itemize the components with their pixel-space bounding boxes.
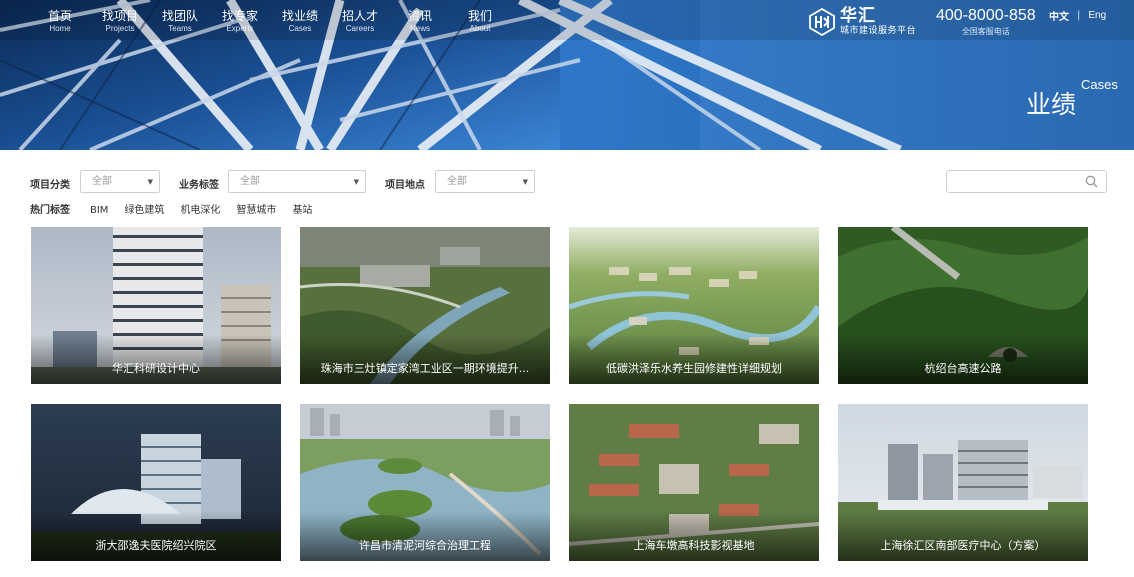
nav-item-about[interactable]: 我们 About — [450, 8, 510, 34]
nav-label: 找团队 — [161, 9, 198, 23]
filter-label-business-tag: 业务标签 — [179, 180, 219, 191]
search-box — [946, 170, 1107, 194]
hotline: 400-8000-858 全国客服电话 — [936, 6, 1036, 37]
nav-sublabel: Projects — [105, 24, 135, 33]
case-title: 上海徐汇区南部医疗中心（方案） — [880, 539, 1046, 552]
case-card[interactable]: 许昌市清泥河综合治理工程 — [300, 404, 550, 561]
nav-item-projects[interactable]: 找项目 Projects — [90, 8, 150, 34]
brand-subtitle: 城市建设服务平台 — [840, 26, 917, 36]
brand-name: 华汇 — [840, 6, 876, 26]
case-card[interactable]: 上海徐汇区南部医疗中心（方案） — [838, 404, 1088, 561]
case-title: 华汇科研设计中心 — [112, 362, 200, 375]
lang-zh-link[interactable]: 中文 — [1049, 8, 1069, 23]
nav-label: 招人才 — [341, 9, 378, 23]
tag-link[interactable]: 绿色建筑 — [124, 205, 164, 217]
nav-label: 我们 — [467, 9, 492, 23]
nav-item-experts[interactable]: 找专家 Experts — [210, 8, 270, 34]
tag-link[interactable]: BIM — [90, 205, 108, 217]
case-card[interactable]: 上海车墩高科技影视基地 — [569, 404, 819, 561]
caret-down-icon: ▼ — [522, 178, 528, 186]
case-title: 浙大邵逸夫医院绍兴院区 — [95, 539, 217, 552]
nav-sublabel: Teams — [168, 24, 192, 33]
main-nav: 首页 Home 找项目 Projects 找团队 Teams 找专家 Exper… — [30, 8, 510, 34]
nav-item-teams[interactable]: 找团队 Teams — [150, 8, 210, 34]
caption-shade — [300, 334, 550, 384]
case-card[interactable]: 珠海市三灶镇定家湾工业区一期环境提升... — [300, 227, 550, 384]
case-card[interactable]: 浙大邵逸夫医院绍兴院区 — [31, 404, 281, 561]
hot-tags: 热门标签 BIM 绿色建筑 机电深化 智慧城市 基站 — [30, 205, 328, 217]
caret-down-icon: ▼ — [147, 178, 153, 186]
case-title: 低碳洪泽乐水养生园修建性详细规划 — [606, 362, 782, 375]
nav-sublabel: Home — [49, 24, 71, 33]
hero-title: 业绩 — [1026, 90, 1077, 119]
case-title: 珠海市三灶镇定家湾工业区一期环境提升... — [320, 362, 530, 375]
logo-icon — [809, 7, 835, 36]
case-card[interactable]: 华汇科研设计中心 — [31, 227, 281, 384]
lang-en-link[interactable]: Eng — [1088, 10, 1106, 21]
category-select[interactable]: 全部 ▼ — [80, 170, 160, 193]
case-card[interactable]: 低碳洪泽乐水养生园修建性详细规划 — [569, 227, 819, 384]
hot-tags-label: 热门标签 — [30, 205, 70, 216]
nav-sublabel: Careers — [345, 24, 375, 33]
tag-link[interactable]: 智慧城市 — [236, 205, 276, 217]
caption-shade — [300, 511, 550, 561]
nav-sublabel: About — [469, 24, 491, 33]
nav-label: 资讯 — [407, 9, 432, 23]
nav-item-careers[interactable]: 招人才 Careers — [330, 8, 390, 34]
business-tag-select[interactable]: 全部 ▼ — [228, 170, 366, 193]
search-icon[interactable] — [1085, 175, 1098, 188]
case-title: 上海车墩高科技影视基地 — [633, 539, 755, 552]
tag-link[interactable]: 基站 — [292, 205, 312, 217]
hero-title-en: Cases — [1081, 77, 1118, 92]
nav-sublabel: Experts — [226, 24, 254, 33]
lang-separator: | — [1077, 10, 1081, 21]
hotline-number: 400-8000-858 — [936, 7, 1036, 24]
nav-sublabel: News — [409, 24, 430, 33]
case-title: 杭绍台高速公路 — [924, 362, 1002, 375]
filter-label-location: 项目地点 — [385, 180, 425, 191]
location-select[interactable]: 全部 ▼ — [435, 170, 535, 193]
caret-down-icon: ▼ — [353, 178, 359, 186]
hotline-label: 全国客服电话 — [961, 27, 1010, 36]
nav-item-cases[interactable]: 找业绩 Cases — [270, 8, 330, 34]
case-title: 许昌市清泥河综合治理工程 — [359, 539, 491, 552]
nav-label: 首页 — [47, 9, 72, 23]
filter-label-category: 项目分类 — [30, 180, 70, 191]
caption-shade — [31, 511, 281, 561]
caption-shade — [838, 511, 1088, 561]
caption-shade — [31, 334, 281, 384]
select-value: 全部 — [92, 176, 112, 187]
nav-item-home[interactable]: 首页 Home — [30, 8, 90, 34]
select-value: 全部 — [240, 176, 260, 187]
nav-label: 找项目 — [101, 9, 138, 23]
caption-shade — [569, 334, 819, 384]
nav-sublabel: Cases — [288, 24, 312, 33]
nav-label: 找专家 — [221, 9, 258, 23]
tag-link[interactable]: 机电深化 — [180, 205, 220, 217]
select-value: 全部 — [447, 176, 467, 187]
brand-logo[interactable]: 华汇 城市建设服务平台 — [808, 6, 916, 37]
hero-banner: 首页 Home 找项目 Projects 找团队 Teams 找专家 Exper… — [0, 0, 1134, 150]
caption-shade — [569, 511, 819, 561]
nav-item-news[interactable]: 资讯 News — [390, 8, 450, 34]
caption-shade — [838, 334, 1088, 384]
case-card[interactable]: 杭绍台高速公路 — [838, 227, 1088, 384]
search-input[interactable] — [955, 173, 1085, 194]
language-switch: 中文 | Eng — [1049, 8, 1106, 23]
nav-label: 找业绩 — [281, 9, 318, 23]
